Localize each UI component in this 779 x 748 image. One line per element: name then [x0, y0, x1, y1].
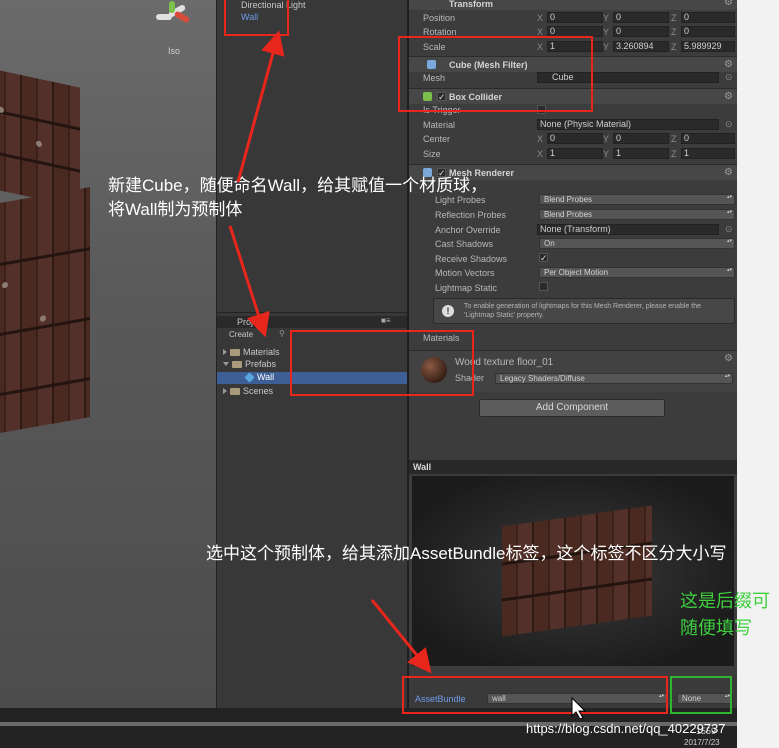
- center-label: Center: [423, 134, 451, 144]
- expand-arrow-icon[interactable]: [223, 349, 227, 355]
- size-y-field[interactable]: 1: [613, 148, 669, 159]
- x-axis-label: X: [537, 134, 544, 144]
- tree-item-scenes[interactable]: Scenes: [223, 386, 273, 396]
- position-y-field[interactable]: 0: [613, 12, 669, 23]
- gear-icon[interactable]: ⚙: [724, 91, 733, 102]
- tree-item-label: Prefabs: [245, 359, 277, 369]
- tree-item-label: Materials: [243, 347, 280, 357]
- annotation-note-suffix: 这是后缀可随便填写: [680, 591, 770, 638]
- folder-icon: [232, 360, 242, 368]
- material-label: Material: [423, 120, 456, 130]
- y-axis-label: Y: [603, 134, 610, 144]
- motion-vectors-label: Motion Vectors: [435, 268, 495, 278]
- gear-icon[interactable]: ⚙: [724, 167, 733, 178]
- position-label: Position: [423, 13, 456, 23]
- position-x-field[interactable]: 0: [547, 12, 603, 23]
- gear-icon[interactable]: ⚙: [724, 59, 733, 70]
- folder-icon: [230, 387, 240, 395]
- tree-item-wall-prefab[interactable]: Wall: [244, 371, 275, 383]
- shader-dropdown[interactable]: Legacy Shaders/Diffuse: [495, 373, 733, 384]
- x-axis-label: X: [537, 13, 544, 23]
- collapse-arrow-icon[interactable]: [223, 362, 229, 366]
- y-axis-label: Y: [603, 149, 610, 159]
- watermark: https://blog.csdn.net/qq_40229737: [526, 721, 726, 736]
- light-probes-dropdown[interactable]: Blend Probes: [539, 194, 735, 205]
- wall-crate-top: [0, 68, 80, 208]
- annotation-note-create-cube: 新建Cube，随便命名Wall，给其赋值一个材质球，将Wall制为预制体: [108, 176, 488, 219]
- z-axis-label: Z: [671, 27, 677, 37]
- tree-item-label: Wall: [257, 372, 275, 382]
- annotation-note-assetbundle: 选中这个预制体，给其添加AssetBundle标签，这个标签不区分大小写: [206, 544, 727, 563]
- rotation-z-field[interactable]: 0: [681, 26, 735, 37]
- info-icon: !: [442, 305, 454, 317]
- receive-shadows-label: Receive Shadows: [435, 254, 508, 264]
- project-tab[interactable]: Project: [237, 317, 265, 327]
- lightmap-static-label: Lightmap Static: [435, 283, 498, 293]
- wall-crate-bottom: [0, 187, 90, 435]
- preview-wall-model: [502, 505, 652, 637]
- prefab-icon: [244, 371, 255, 383]
- rotation-y-field[interactable]: 0: [613, 26, 669, 37]
- center-x-field[interactable]: 0: [547, 133, 603, 144]
- folder-icon: [230, 348, 240, 356]
- lightmap-static-checkbox[interactable]: [539, 282, 548, 291]
- scale-z-field[interactable]: 5.989929: [681, 41, 735, 52]
- z-axis-label: Z: [671, 13, 677, 23]
- scale-y-field[interactable]: 3.260894: [613, 41, 669, 52]
- anchor-override-field[interactable]: None (Transform): [537, 224, 719, 235]
- bottom-date: 2017/7/23: [684, 738, 720, 747]
- position-z-field[interactable]: 0: [681, 12, 735, 23]
- gear-icon[interactable]: ⚙: [724, 353, 733, 364]
- transform-title: Transform: [449, 0, 494, 9]
- tree-item-prefabs[interactable]: Prefabs: [223, 359, 276, 369]
- cast-shadows-dropdown[interactable]: On: [539, 238, 735, 249]
- y-axis-label: Y: [603, 13, 610, 23]
- center-y-field[interactable]: 0: [613, 133, 669, 144]
- z-axis-label: Z: [671, 42, 677, 52]
- object-picker-icon[interactable]: ⊙: [725, 224, 733, 235]
- project-tab-bar: Project ■≡: [217, 316, 407, 328]
- annotation-box-variant: [670, 676, 732, 714]
- center-z-field[interactable]: 0: [681, 133, 735, 144]
- annotation-box-hierarchy-wall: [224, 0, 289, 36]
- tree-item-label: Scenes: [243, 386, 274, 396]
- hierarchy-panel: Directional Light Wall: [216, 0, 407, 312]
- y-axis-label: Y: [603, 27, 610, 37]
- reflection-probes-dropdown[interactable]: Blend Probes: [539, 209, 735, 220]
- search-icon: ⚲: [279, 329, 285, 338]
- scene-view[interactable]: Iso: [0, 0, 216, 708]
- receive-shadows-checkbox[interactable]: ✓: [539, 253, 548, 263]
- create-button[interactable]: Create: [229, 330, 253, 339]
- tree-item-materials[interactable]: Materials: [223, 347, 280, 357]
- object-picker-icon[interactable]: ⊙: [725, 72, 733, 83]
- annotation-box-transform: [398, 36, 593, 112]
- object-picker-icon[interactable]: ⊙: [725, 119, 733, 130]
- orientation-gizmo[interactable]: [150, 0, 196, 30]
- physic-material-field[interactable]: None (Physic Material): [537, 119, 719, 130]
- preview-title: Wall: [413, 462, 432, 472]
- z-axis-label: Z: [671, 134, 677, 144]
- iso-label: Iso: [168, 46, 181, 56]
- gear-icon[interactable]: ⚙: [724, 0, 733, 8]
- motion-vectors-dropdown[interactable]: Per Object Motion: [539, 267, 735, 278]
- add-component-button[interactable]: Add Component: [479, 399, 665, 417]
- annotation-box-project-wall: [290, 330, 474, 396]
- size-x-field[interactable]: 1: [547, 148, 603, 159]
- annotation-box-assetbundle: [402, 676, 668, 714]
- x-axis-label: X: [537, 149, 544, 159]
- expand-arrow-icon[interactable]: [223, 388, 227, 394]
- size-z-field[interactable]: 1: [681, 148, 735, 159]
- z-axis-label: Z: [671, 149, 677, 159]
- lightmap-help-box: ! To enable generation of lightmaps for …: [433, 298, 735, 324]
- size-label: Size: [423, 149, 441, 159]
- y-axis-label: Y: [603, 42, 610, 52]
- preview-header[interactable]: Wall: [409, 460, 737, 474]
- transform-header[interactable]: Transform ⚙: [409, 0, 737, 10]
- anchor-override-label: Anchor Override: [435, 225, 501, 235]
- help-text: To enable generation of lightmaps for th…: [464, 303, 701, 319]
- lock-icon[interactable]: ■≡: [381, 316, 391, 325]
- cast-shadows-label: Cast Shadows: [435, 239, 494, 249]
